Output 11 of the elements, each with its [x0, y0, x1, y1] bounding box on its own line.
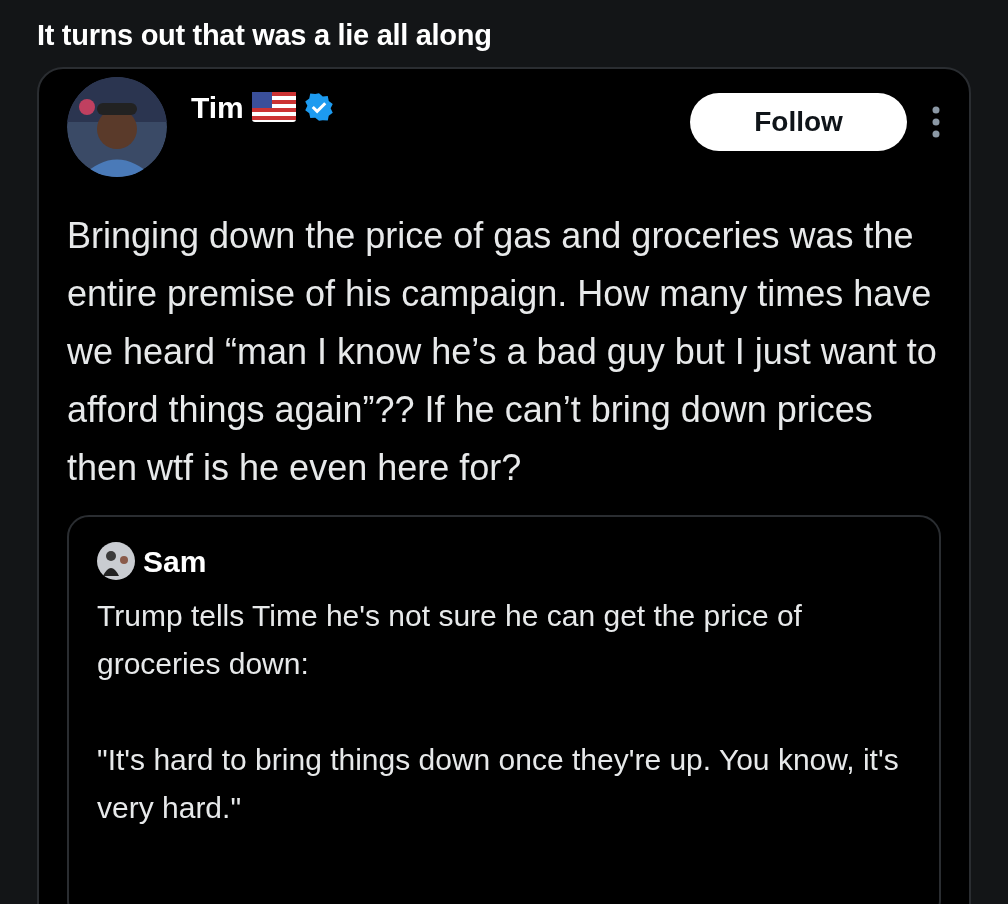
more-options-icon[interactable]: [931, 104, 941, 139]
avatar[interactable]: [97, 542, 135, 581]
quoted-author-name[interactable]: Sam: [143, 538, 207, 584]
follow-button[interactable]: Follow: [690, 92, 907, 151]
author-name[interactable]: Tim: [191, 84, 244, 130]
quoted-post[interactable]: Sam Trump tells Time he's not sure he can get the price of groceries down: "It's hard to bring things down once they're up. You know, it's very hard.": [67, 514, 941, 904]
post-text: Bringing down the price of gas and groceries was the entire premise of his campaign. How many times have we heard “man I know he’s a bad guy but I just want to afford things again”?? If he can’t bring down prices then wtf is he even here for?: [67, 213, 938, 490]
flag-icon: [251, 92, 296, 123]
quoted-post-text: Trump tells Time he's not sure he can get the price of groceries down:: [97, 597, 803, 682]
post-caption: It turns out that was a lie all along: [37, 18, 493, 53]
quoted-post-text: "It's hard to bring things down once they're up. You know, it's very hard.": [97, 741, 900, 826]
